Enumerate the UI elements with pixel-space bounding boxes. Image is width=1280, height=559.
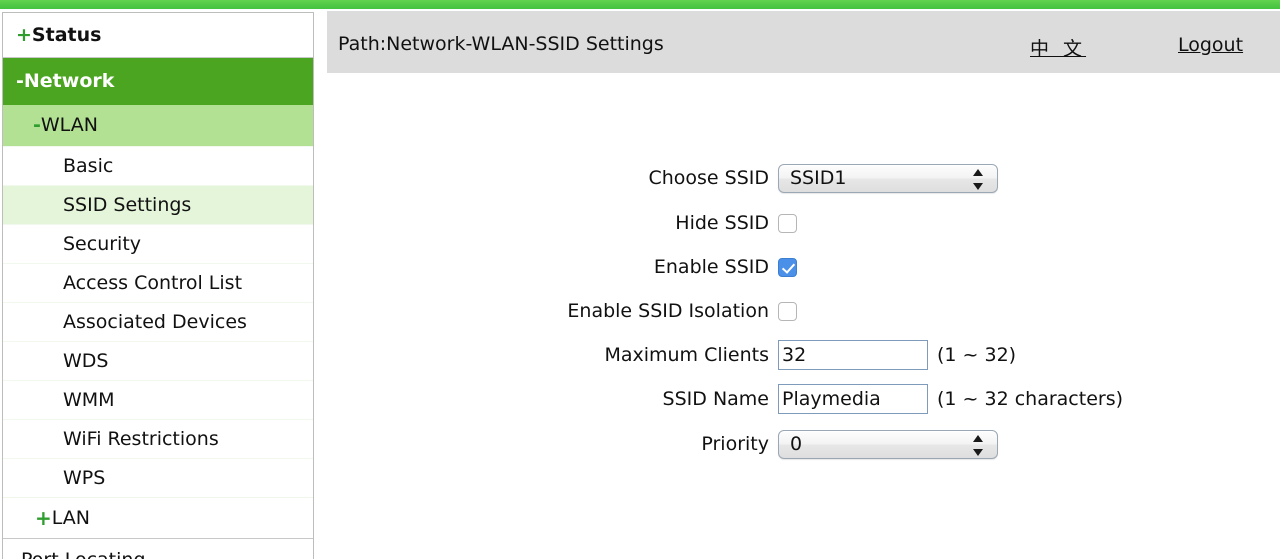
choose-ssid-value: SSID1	[790, 167, 847, 189]
hide-ssid-label: Hide SSID	[675, 212, 769, 234]
sidebar-item-ssid-settings[interactable]: SSID Settings	[3, 185, 313, 224]
sidebar-navigation: + Status - Network - WLAN Basic SSID Settin…	[2, 12, 314, 559]
stepper-arrows-icon	[973, 434, 984, 456]
sidebar-item-port-locating[interactable]: Port Locating	[3, 539, 313, 559]
sidebar-item-label: Status	[31, 23, 102, 46]
form-row-choose-ssid: Choose SSID SSID1	[327, 161, 998, 195]
enable-ssid-label: Enable SSID	[653, 256, 769, 278]
sidebar-item-label: WiFi Restrictions	[63, 427, 219, 450]
form-row-hide-ssid: Hide SSID	[327, 206, 797, 240]
maximum-clients-hint: (1 ~ 32)	[937, 344, 1017, 366]
sidebar-item-lan[interactable]: + LAN	[3, 497, 313, 539]
maximum-clients-label: Maximum Clients	[604, 344, 769, 366]
content-header-bar: Path:Network-WLAN-SSID Settings 中 文 Logo…	[327, 11, 1280, 73]
ssid-settings-form: Choose SSID SSID1 Hide SSID Enable SSID …	[327, 73, 1280, 559]
collapse-minus-icon: -	[33, 114, 41, 136]
sidebar-item-wlan[interactable]: - WLAN	[3, 105, 313, 146]
expand-plus-icon: +	[35, 506, 52, 530]
collapse-minus-icon: -	[16, 70, 24, 92]
ssid-name-label: SSID Name	[662, 388, 769, 410]
sidebar-item-wps[interactable]: WPS	[3, 458, 313, 497]
form-row-maximum-clients: Maximum Clients (1 ~ 32)	[327, 338, 1016, 372]
top-accent-bar	[0, 0, 1280, 9]
sidebar-item-label: WPS	[63, 466, 106, 489]
sidebar-item-label: WMM	[63, 388, 115, 411]
sidebar-item-label: WDS	[63, 349, 109, 372]
form-row-enable-ssid-isolation: Enable SSID Isolation	[327, 294, 797, 328]
sidebar-item-label: Basic	[63, 154, 114, 177]
form-row-ssid-name: SSID Name (1 ~ 32 characters)	[327, 382, 1123, 416]
form-row-priority: Priority 0	[327, 427, 998, 461]
breadcrumb: Path:Network-WLAN-SSID Settings	[338, 33, 664, 55]
enable-ssid-checkbox[interactable]	[778, 257, 797, 277]
ssid-name-hint: (1 ~ 32 characters)	[937, 388, 1124, 410]
hide-ssid-checkbox[interactable]	[778, 213, 797, 233]
sidebar-item-network[interactable]: - Network	[3, 58, 313, 105]
choose-ssid-select[interactable]: SSID1	[778, 163, 998, 193]
priority-label: Priority	[701, 433, 769, 455]
sidebar-item-label: LAN	[51, 506, 90, 529]
sidebar-item-associated-devices[interactable]: Associated Devices	[3, 302, 313, 341]
sidebar-item-label: Port Locating	[21, 550, 146, 559]
priority-select[interactable]: 0	[778, 429, 998, 459]
sidebar-item-wds[interactable]: WDS	[3, 341, 313, 380]
stepper-arrows-icon	[973, 168, 984, 190]
choose-ssid-label: Choose SSID	[648, 167, 769, 189]
sidebar-item-label: Associated Devices	[63, 310, 247, 333]
enable-ssid-isolation-label: Enable SSID Isolation	[567, 300, 769, 322]
logout-link[interactable]: Logout	[1178, 34, 1243, 56]
sidebar-item-label: Network	[23, 70, 115, 92]
sidebar-item-label: Security	[63, 232, 142, 255]
sidebar-item-label: Access Control List	[63, 271, 243, 294]
form-row-enable-ssid: Enable SSID	[327, 250, 797, 284]
sidebar-item-basic[interactable]: Basic	[3, 146, 313, 185]
sidebar-item-label: SSID Settings	[63, 193, 192, 216]
priority-value: 0	[790, 433, 803, 455]
ssid-name-input[interactable]	[778, 384, 928, 414]
language-switch-link[interactable]: 中 文	[1030, 34, 1086, 61]
sidebar-item-access-control-list[interactable]: Access Control List	[3, 263, 313, 302]
sidebar-item-wmm[interactable]: WMM	[3, 380, 313, 419]
sidebar-item-label: WLAN	[40, 114, 98, 136]
enable-ssid-isolation-checkbox[interactable]	[778, 301, 797, 321]
maximum-clients-input[interactable]	[778, 340, 928, 370]
sidebar-item-wifi-restrictions[interactable]: WiFi Restrictions	[3, 419, 313, 458]
expand-plus-icon: +	[16, 23, 32, 46]
sidebar-item-status[interactable]: + Status	[3, 13, 313, 58]
sidebar-item-security[interactable]: Security	[3, 224, 313, 263]
